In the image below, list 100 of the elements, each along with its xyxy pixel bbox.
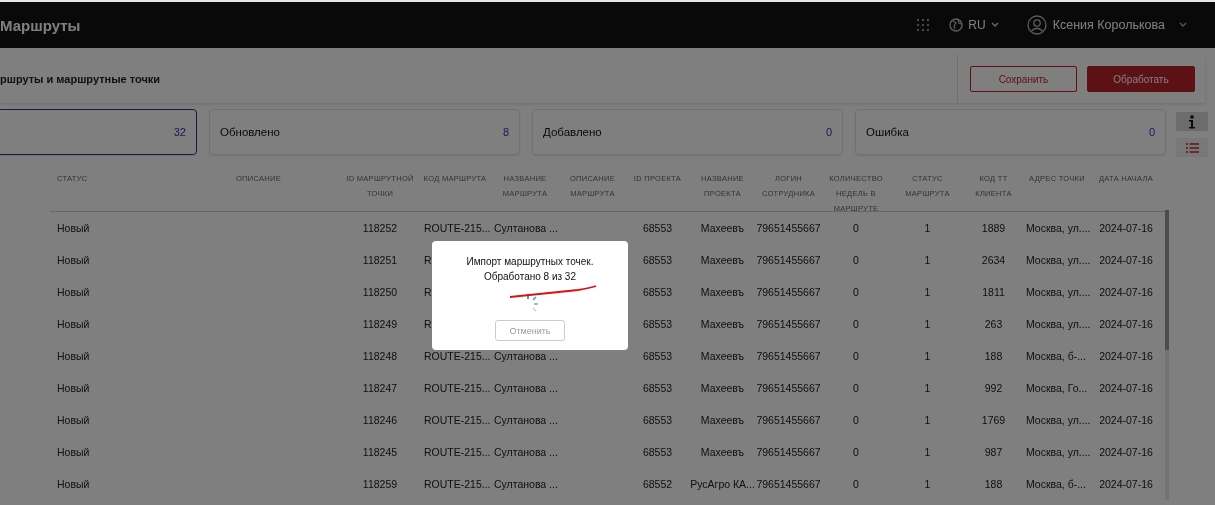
table-cell: 2024-07-16 (1099, 478, 1153, 490)
table-cell: Москва, б-... (1026, 350, 1086, 362)
table-cell: 1769 (981, 414, 1006, 426)
table-cell: Махеевъ (700, 286, 745, 298)
table-cell: 68553 (642, 318, 673, 330)
table-cell: 118245 (362, 446, 398, 458)
user-menu[interactable]: Ксения Королькова (1026, 15, 1187, 35)
table-cell: 2024-07-16 (1099, 382, 1153, 394)
avatar-icon (1026, 15, 1047, 35)
table-cell: 1 (924, 222, 931, 234)
table-cell: Новый (57, 350, 90, 362)
table-cell: Москва, б-... (1026, 478, 1086, 490)
table-cell: 0 (853, 446, 859, 458)
stat-card[interactable]: Добавлено 0 (532, 109, 843, 155)
table-cell: 118246 (362, 414, 398, 426)
table-cell: Москва, ул.... (1026, 414, 1091, 426)
stat-card[interactable]: Ошибка 0 (855, 109, 1166, 155)
table-cell: ROUTE-215... (424, 446, 490, 458)
table-cell: 79651455667 (756, 318, 821, 330)
table-cell: Султанова ... (494, 414, 558, 426)
table-cell: 188 (984, 478, 1003, 490)
table-cell: 0 (853, 382, 859, 394)
table-cell: 0 (853, 414, 859, 426)
table-cell: 68553 (642, 254, 673, 266)
table-cell: 1 (924, 382, 931, 394)
table-cell: ROUTE-215... (424, 414, 490, 426)
table-cell: Махеевъ (700, 446, 745, 458)
dialog-message: Импорт маршрутных точек. Обработано 8 из 32 (466, 255, 594, 284)
table-cell: Махеевъ (700, 254, 745, 266)
table-cell: 0 (853, 222, 859, 234)
save-button[interactable]: Сохранить (970, 66, 1077, 92)
table-cell: ROUTE-215... (424, 478, 490, 490)
table-cell: 1 (924, 478, 931, 490)
table-cell: ROUTE-215... (424, 222, 490, 234)
table-cell: Москва, ул.... (1026, 286, 1091, 298)
table-cell: Махеевъ (700, 222, 745, 234)
table-cell: 1 (924, 446, 931, 458)
table-cell: Султанова ... (494, 382, 558, 394)
info-button[interactable] (1176, 112, 1208, 131)
table-cell: 263 (984, 318, 1003, 330)
table-cell: 188 (984, 350, 1003, 362)
list-icon (1185, 142, 1199, 153)
table-cell: 2024-07-16 (1099, 414, 1153, 426)
table-cell: 2024-07-16 (1099, 254, 1153, 266)
table-cell: 992 (984, 382, 1003, 394)
table-cell: Махеевъ (700, 318, 745, 330)
table-cell: Москва, ул.... (1026, 318, 1091, 330)
table-cell: 0 (853, 286, 859, 298)
table-cell: Султанова ... (494, 478, 558, 490)
table-cell: Султанова ... (494, 350, 558, 362)
table-cell: 0 (853, 478, 859, 490)
stat-card[interactable]: 32 (0, 109, 197, 155)
table-cell: 1 (924, 350, 931, 362)
stat-count: 32 (173, 126, 186, 138)
table-cell: 2024-07-16 (1099, 286, 1153, 298)
table-cell: 118247 (362, 382, 398, 394)
page-title: Маршруты (0, 16, 81, 34)
table-cell: 118251 (362, 254, 398, 266)
table-cell: Новый (57, 478, 90, 490)
stat-label: Обновлено (220, 126, 280, 138)
table-cell: 1 (924, 318, 931, 330)
section-title: ршруты и маршрутные точки (0, 73, 161, 85)
stat-label: Ошибка (866, 126, 909, 138)
table-cell: 118259 (362, 478, 398, 490)
list-button[interactable] (1176, 138, 1208, 157)
table-cell: Новый (57, 286, 90, 298)
table-cell: 1 (924, 414, 931, 426)
table-cell: 118250 (362, 286, 398, 298)
scrollbar[interactable] (1165, 210, 1169, 500)
process-button[interactable]: Обработать (1087, 66, 1195, 92)
table-cell: R (424, 254, 432, 266)
table-cell: Новый (57, 254, 90, 266)
table-cell: Махеевъ (700, 382, 745, 394)
chevron-down-icon (990, 22, 999, 28)
info-icon (1188, 114, 1196, 129)
stat-label: Добавлено (543, 126, 602, 138)
table-cell: Султанова ... (494, 446, 558, 458)
stat-card[interactable]: Обновлено 8 (209, 109, 520, 155)
table-cell: R (424, 286, 432, 298)
table-cell: Москва, ул.... (1026, 446, 1091, 458)
table-cell: 118248 (362, 350, 398, 362)
table-cell: 79651455667 (756, 414, 821, 426)
table-cell: 2024-07-16 (1099, 350, 1153, 362)
table-cell: 68553 (642, 446, 673, 458)
table-cell: 79651455667 (756, 478, 821, 490)
table-cell: 2024-07-16 (1099, 222, 1153, 234)
chevron-down-icon (1179, 22, 1187, 28)
table-cell: Новый (57, 318, 90, 330)
table-cell: 118252 (362, 222, 398, 234)
language-selector[interactable]: RU (949, 18, 999, 32)
table-cell: Махеевъ (700, 414, 745, 426)
apps-grid-icon[interactable] (917, 19, 930, 31)
globe-icon (949, 18, 964, 32)
table-cell: Султанова ... (494, 222, 558, 234)
table-cell: 68553 (642, 286, 673, 298)
table-cell: 0 (853, 350, 859, 362)
language-code: RU (968, 18, 986, 32)
table-cell: 987 (984, 446, 1003, 458)
stat-count: 0 (1148, 126, 1155, 138)
table-cell: Новый (57, 446, 90, 458)
